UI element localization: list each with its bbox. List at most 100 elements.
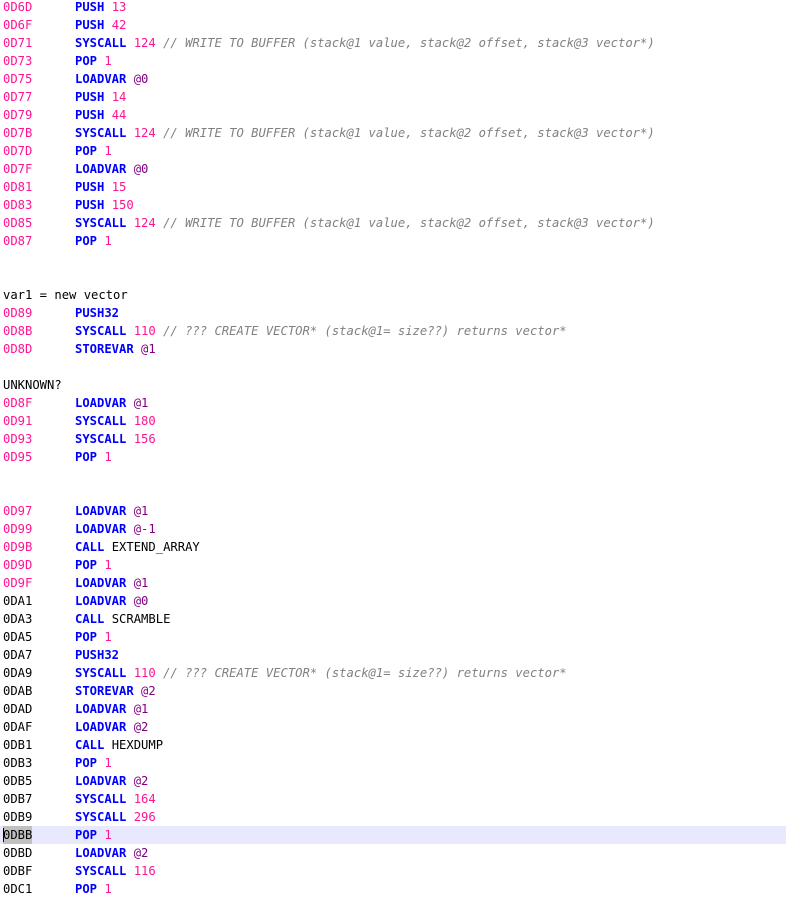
line-address: 0DAB <box>3 684 33 698</box>
code-line[interactable]: 0D8F LOADVAR @1 <box>0 394 786 412</box>
code-line[interactable]: 0D87 POP 1 <box>0 232 786 250</box>
code-line[interactable]: 0DBD LOADVAR @2 <box>0 844 786 862</box>
code-line[interactable] <box>0 358 786 376</box>
code-line[interactable]: 0DBF SYSCALL 116 <box>0 862 786 880</box>
code-line[interactable]: 0DAB STOREVAR @2 <box>0 682 786 700</box>
line-address: 0D7D <box>3 144 33 158</box>
code-line[interactable]: 0D73 POP 1 <box>0 52 786 70</box>
code-line[interactable]: 0D83 PUSH 150 <box>0 196 786 214</box>
line-address: 0DBB <box>3 826 33 844</box>
code-line[interactable]: 0D7F LOADVAR @0 <box>0 160 786 178</box>
code-line-current[interactable]: 0DBB POP 1 <box>0 826 786 844</box>
line-address: 0DB9 <box>3 810 33 824</box>
line-address: 0D9D <box>3 558 33 572</box>
code-line[interactable]: 0D9B CALL EXTEND_ARRAY <box>0 538 786 556</box>
line-address: 0D73 <box>3 54 33 68</box>
code-line[interactable]: 0DB1 CALL HEXDUMP <box>0 736 786 754</box>
code-line[interactable]: 0D85 SYSCALL 124 // WRITE TO BUFFER (stac… <box>0 214 786 232</box>
code-line[interactable]: 0D8B SYSCALL 110 // ??? CREATE VECTOR* (s… <box>0 322 786 340</box>
code-line[interactable]: 0DAF LOADVAR @2 <box>0 718 786 736</box>
instruction: POP 1 <box>75 556 112 574</box>
code-line[interactable]: 0DA9 SYSCALL 110 // ??? CREATE VECTOR* (s… <box>0 664 786 682</box>
opcode: POP <box>75 756 98 770</box>
code-line[interactable]: 0D6F PUSH 42 <box>0 16 786 34</box>
instruction: POP 1 <box>75 142 112 160</box>
code-line[interactable]: 0D71 SYSCALL 124 // WRITE TO BUFFER (stac… <box>0 34 786 52</box>
instruction: CALL HEXDUMP <box>75 736 163 754</box>
operand-number: 15 <box>111 180 127 194</box>
code-line[interactable]: 0DAD LOADVAR @1 <box>0 700 786 718</box>
opcode: LOADVAR <box>75 702 127 716</box>
code-editor[interactable]: 0D6D PUSH 13 0D6F PUSH 42 0D71 SYSCALL 124 //… <box>0 0 786 898</box>
instruction: POP 1 <box>75 826 112 844</box>
code-line[interactable]: 0DB3 POP 1 <box>0 754 786 772</box>
opcode: PUSH <box>75 18 105 32</box>
code-line[interactable]: 0DC1 POP 1 <box>0 880 786 898</box>
operand-variable: @0 <box>133 72 149 86</box>
code-line[interactable] <box>0 268 786 286</box>
line-address: 0D87 <box>3 234 33 248</box>
instruction: LOADVAR @1 <box>75 502 148 520</box>
opcode: LOADVAR <box>75 720 127 734</box>
line-address: 0D95 <box>3 450 33 464</box>
line-address: 0DA7 <box>3 648 33 662</box>
instruction: POP 1 <box>75 880 112 898</box>
code-line[interactable]: 0D9D POP 1 <box>0 556 786 574</box>
code-line[interactable]: 0D89 PUSH32 <box>0 304 786 322</box>
code-line[interactable]: 0DA3 CALL SCRAMBLE <box>0 610 786 628</box>
code-line[interactable]: 0DA1 LOADVAR @0 <box>0 592 786 610</box>
opcode: PUSH <box>75 198 105 212</box>
code-comment: // WRITE TO BUFFER (stack@1 value, stack… <box>163 36 655 50</box>
opcode: LOADVAR <box>75 846 127 860</box>
code-line[interactable]: UNKNOWN? <box>0 376 786 394</box>
instruction: PUSH 13 <box>75 0 126 16</box>
opcode: SYSCALL <box>75 324 127 338</box>
instruction: SYSCALL 124 // WRITE TO BUFFER (stack@1 … <box>75 34 655 52</box>
opcode: LOADVAR <box>75 774 127 788</box>
operand-number: 1 <box>104 234 112 248</box>
line-address: 0DAD <box>3 702 33 716</box>
code-line[interactable]: 0D9F LOADVAR @1 <box>0 574 786 592</box>
code-line[interactable]: 0DB7 SYSCALL 164 <box>0 790 786 808</box>
line-address: 0D91 <box>3 414 33 428</box>
operand-number: 1 <box>104 450 112 464</box>
opcode: LOADVAR <box>75 72 127 86</box>
code-line[interactable]: 0D97 LOADVAR @1 <box>0 502 786 520</box>
code-line[interactable]: 0D93 SYSCALL 156 <box>0 430 786 448</box>
code-line[interactable]: 0DB9 SYSCALL 296 <box>0 808 786 826</box>
opcode: STOREVAR <box>75 684 134 698</box>
instruction: STOREVAR @2 <box>75 682 156 700</box>
operand-number: 14 <box>111 90 127 104</box>
code-line[interactable] <box>0 250 786 268</box>
code-line[interactable]: 0D77 PUSH 14 <box>0 88 786 106</box>
opcode: POP <box>75 450 98 464</box>
code-line[interactable]: 0DB5 LOADVAR @2 <box>0 772 786 790</box>
operand-number: 124 <box>133 36 156 50</box>
code-line[interactable]: 0D79 PUSH 44 <box>0 106 786 124</box>
line-address: 0DB1 <box>3 738 33 752</box>
code-line[interactable]: 0D6D PUSH 13 <box>0 0 786 16</box>
instruction: SYSCALL 110 // ??? CREATE VECTOR* (stack… <box>75 322 567 340</box>
code-line[interactable]: var1 = new vector <box>0 286 786 304</box>
code-line[interactable]: 0DA5 POP 1 <box>0 628 786 646</box>
line-address: 0D81 <box>3 180 33 194</box>
line-address: 0DA5 <box>3 630 33 644</box>
code-line[interactable] <box>0 466 786 484</box>
code-line[interactable]: 0D95 POP 1 <box>0 448 786 466</box>
opcode: LOADVAR <box>75 504 127 518</box>
code-line[interactable] <box>0 484 786 502</box>
code-line[interactable]: 0D7B SYSCALL 124 // WRITE TO BUFFER (stac… <box>0 124 786 142</box>
operand-number: 1 <box>104 828 112 842</box>
code-line[interactable]: 0D8D STOREVAR @1 <box>0 340 786 358</box>
code-line[interactable]: 0D99 LOADVAR @-1 <box>0 520 786 538</box>
code-line[interactable]: 0D7D POP 1 <box>0 142 786 160</box>
code-line[interactable]: 0D75 LOADVAR @0 <box>0 70 786 88</box>
operand-number: 1 <box>104 558 112 572</box>
code-line[interactable]: 0D91 SYSCALL 180 <box>0 412 786 430</box>
code-line[interactable]: 0DA7 PUSH32 <box>0 646 786 664</box>
opcode: LOADVAR <box>75 396 127 410</box>
code-line[interactable]: 0D81 PUSH 15 <box>0 178 786 196</box>
line-address: 0DBD <box>3 846 33 860</box>
annotation-text: UNKNOWN? <box>3 378 62 392</box>
opcode: SYSCALL <box>75 666 127 680</box>
